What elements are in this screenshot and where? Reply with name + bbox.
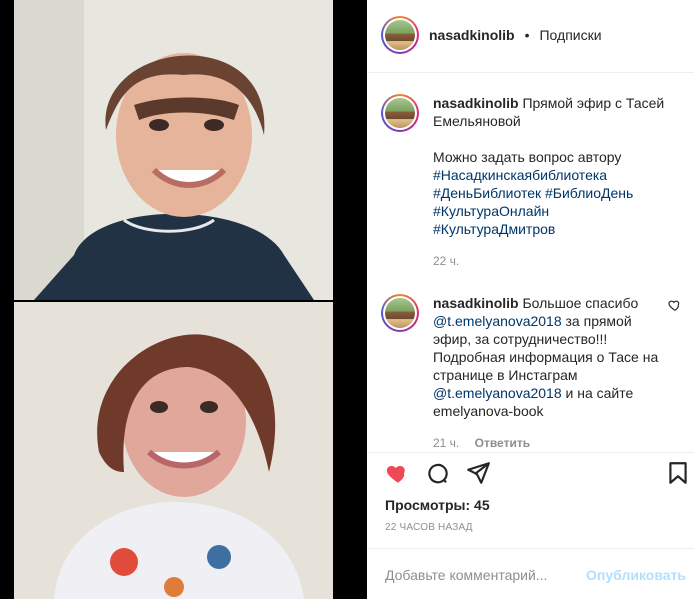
comment-body-2: nasadkinolib Большое спасибо @t.emelyano… bbox=[433, 294, 668, 452]
comments-list: nasadkinolib Прямой эфир с Тасей Емельян… bbox=[381, 82, 686, 452]
header-divider bbox=[367, 72, 694, 73]
person-top-illustration bbox=[14, 0, 333, 300]
comment-2-text-1: Большое спасибо bbox=[522, 295, 639, 311]
comment-1-spacer bbox=[433, 130, 668, 148]
comment-avatar-1-image bbox=[385, 98, 415, 128]
comment-avatar-1[interactable] bbox=[381, 94, 419, 132]
comment-input[interactable]: Добавьте комментарий... bbox=[385, 567, 547, 583]
views-count[interactable]: Просмотры: 45 bbox=[385, 497, 490, 513]
comment-1-text-2: Можно задать вопрос автору bbox=[433, 149, 622, 165]
comment-body-1: nasadkinolib Прямой эфир с Тасей Емельян… bbox=[433, 94, 668, 270]
comment-1-tag-4[interactable]: #КультураОнлайн bbox=[433, 202, 668, 220]
comment-1-tag-2[interactable]: #ДеньБиблиотек bbox=[433, 185, 541, 201]
comment-avatar-2[interactable] bbox=[381, 294, 419, 332]
comment-avatar-2-inner bbox=[383, 296, 417, 330]
actions-divider bbox=[367, 452, 694, 453]
follow-status-button[interactable]: Подписки bbox=[539, 27, 601, 43]
add-comment-bar: Добавьте комментарий... Опубликовать bbox=[367, 548, 694, 599]
post-avatar-image bbox=[385, 20, 415, 50]
post-actions-bar bbox=[385, 460, 694, 488]
comment-2-time: 21 ч. bbox=[433, 436, 460, 450]
post-header: nasadkinolib • Подписки bbox=[381, 12, 602, 58]
comment-2-username[interactable]: nasadkinolib bbox=[433, 295, 519, 311]
bookmark-icon[interactable] bbox=[665, 460, 691, 486]
comment-icon[interactable] bbox=[425, 460, 451, 486]
share-icon[interactable] bbox=[465, 460, 491, 486]
comment-2-mention-2[interactable]: @t.emelyanova2018 bbox=[433, 385, 562, 401]
comment-avatar-1-inner bbox=[383, 96, 417, 130]
live-video-area[interactable] bbox=[0, 0, 367, 599]
post-avatar[interactable] bbox=[381, 16, 419, 54]
person-bottom-illustration bbox=[14, 302, 333, 599]
comment-avatar-2-image bbox=[385, 298, 415, 328]
comment-2: nasadkinolib Большое спасибо @t.emelyano… bbox=[381, 294, 686, 452]
video-participant-top bbox=[14, 0, 333, 300]
comment-1-username[interactable]: nasadkinolib bbox=[433, 95, 519, 111]
comment-1-time: 22 ч. bbox=[433, 254, 460, 268]
post-username[interactable]: nasadkinolib bbox=[429, 27, 515, 43]
video-participant-bottom bbox=[14, 302, 333, 599]
post-avatar-ring-inner bbox=[383, 18, 417, 52]
comment-1-meta: 22 ч. bbox=[433, 252, 668, 270]
comment-1-tag-3[interactable]: #БиблиоДень bbox=[545, 185, 633, 201]
posted-time: 22 ЧАСОВ НАЗАД bbox=[385, 522, 473, 533]
header-separator: • bbox=[524, 27, 530, 43]
comment-caption: nasadkinolib Прямой эфир с Тасей Емельян… bbox=[381, 94, 686, 270]
comment-2-meta: 21 ч. Ответить bbox=[433, 434, 668, 452]
instagram-post-window: nasadkinolib • Подписки nasadkinolib Пря… bbox=[0, 0, 694, 599]
comment-1-tag-5[interactable]: #КультураДмитров bbox=[433, 220, 668, 238]
heart-filled-icon[interactable] bbox=[385, 460, 411, 486]
comment-2-reply-button[interactable]: Ответить bbox=[475, 436, 530, 450]
publish-button[interactable]: Опубликовать bbox=[586, 567, 686, 583]
heart-outline-icon[interactable] bbox=[668, 298, 682, 312]
comment-2-mention-1[interactable]: @t.emelyanova2018 bbox=[433, 313, 562, 329]
comment-1-tag-1[interactable]: #Насадкинскаябиблиотека bbox=[433, 166, 668, 184]
